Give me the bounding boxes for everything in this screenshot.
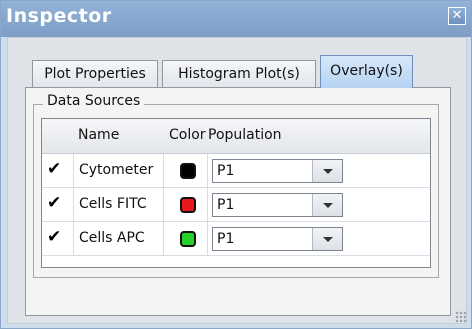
title-bar[interactable]: Inspector ✕ [1,1,471,37]
population-value: P1 [217,163,235,179]
row-name-cell: Cytometer [74,154,164,187]
dropdown-button[interactable] [312,194,342,216]
dropdown-button[interactable] [312,160,342,182]
tab-label: Histogram Plot(s) [178,66,300,82]
population-dropdown[interactable]: P1 [212,193,343,217]
row-color-cell[interactable] [164,222,208,255]
tab-plot-properties[interactable]: Plot Properties [32,60,158,87]
tab-overlays[interactable]: Overlay(s) [320,55,413,88]
chevron-down-icon [323,169,333,174]
population-value: P1 [217,197,235,213]
population-dropdown[interactable]: P1 [212,227,343,251]
row-color-cell[interactable] [164,154,208,187]
data-sources-grid: Name Color Population ✔ Cytometer P1 ✔ C… [41,118,431,268]
chevron-down-icon [323,237,333,242]
table-row[interactable]: ✔ Cytometer P1 [42,154,430,188]
check-icon: ✔ [47,159,62,179]
data-sources-label: Data Sources [43,93,145,109]
close-icon: ✕ [451,8,463,23]
table-row[interactable]: ✔ Cells FITC P1 [42,188,430,222]
row-name: Cytometer [79,162,154,178]
row-name: Cells APC [79,230,145,246]
row-population-cell: P1 [208,188,430,221]
grid-header: Name Color Population [42,119,430,154]
row-checkbox[interactable]: ✔ [42,154,74,187]
dropdown-button[interactable] [312,228,342,250]
tab-label: Plot Properties [44,66,146,82]
column-header-color[interactable]: Color [169,127,206,143]
row-name: Cells FITC [79,196,147,212]
tab-label: Overlay(s) [330,63,403,79]
column-header-population[interactable]: Population [208,127,282,143]
column-header-name[interactable]: Name [78,127,119,143]
tab-histogram-plots[interactable]: Histogram Plot(s) [162,60,316,87]
window-title: Inspector [6,5,112,27]
check-icon: ✔ [47,227,62,247]
color-swatch[interactable] [180,231,196,247]
close-button[interactable]: ✕ [448,7,466,25]
row-checkbox[interactable]: ✔ [42,222,74,255]
check-icon: ✔ [47,193,62,213]
resize-grip-icon[interactable] [455,311,467,323]
row-color-cell[interactable] [164,188,208,221]
color-swatch[interactable] [180,163,196,179]
row-population-cell: P1 [208,222,430,255]
population-value: P1 [217,231,235,247]
table-row[interactable]: ✔ Cells APC P1 [42,222,430,256]
chevron-down-icon [323,203,333,208]
row-name-cell: Cells APC [74,222,164,255]
color-swatch[interactable] [180,197,196,213]
row-name-cell: Cells FITC [74,188,164,221]
row-population-cell: P1 [208,154,430,187]
population-dropdown[interactable]: P1 [212,159,343,183]
row-checkbox[interactable]: ✔ [42,188,74,221]
